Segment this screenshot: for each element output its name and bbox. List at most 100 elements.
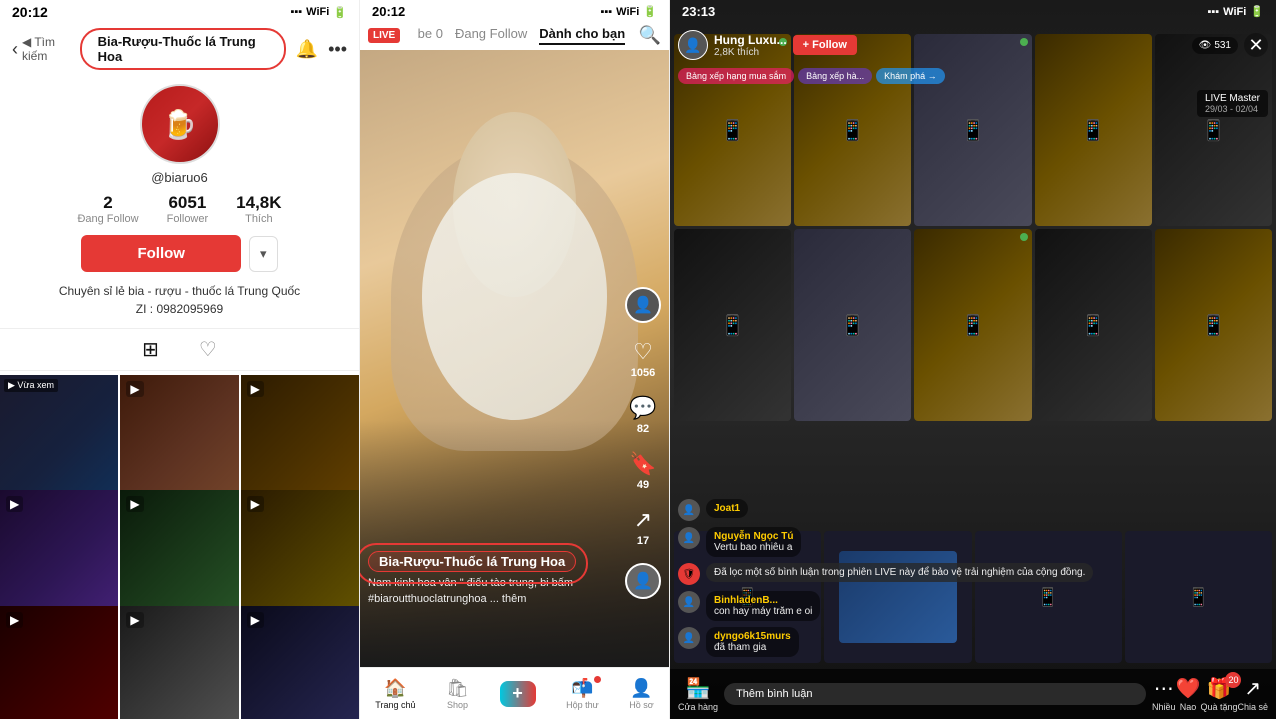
back-button[interactable]: ‹ <box>12 39 18 60</box>
play-icon-7: ▶ <box>6 612 23 628</box>
tab-danh-cho-ban[interactable]: Dành cho bạn <box>539 26 625 45</box>
avatar-emoji: 🍺 <box>162 108 197 141</box>
bell-icon[interactable]: 🔔 <box>296 39 318 60</box>
tab-favorites[interactable]: ♡ <box>199 337 217 362</box>
chat-bubble-2: Nguyễn Ngọc Tú Vertu bao nhiêu a <box>706 527 801 557</box>
status-bar: 20:12 ▪▪▪ WiFi 🔋 <box>0 0 359 24</box>
live-action-share[interactable]: ↗ Chia sẻ <box>1237 676 1268 712</box>
search-link[interactable]: ◀ Tìm kiếm <box>22 35 80 63</box>
tab-grid[interactable]: ⊞ <box>142 337 159 362</box>
live-chat: 👤 Joat1 👤 Nguyễn Ngọc Tú Vertu bao nhiêu… <box>670 495 1276 667</box>
live-channel-info: 👤 Hung Luxu... 2,8K thích + Follow <box>678 30 857 60</box>
chat-message-2: 👤 Nguyễn Ngọc Tú Vertu bao nhiêu a <box>678 527 1268 557</box>
live-viewer-count: 👁 531 <box>1192 37 1238 54</box>
search-icon-button[interactable]: 🔍 <box>639 25 661 46</box>
more-label: Nhiều <box>1152 702 1176 712</box>
likes-stat: 14,8K Thích <box>236 193 281 225</box>
tab-be0[interactable]: be 0 <box>418 26 443 45</box>
play-icon-6: ▶ <box>247 496 264 512</box>
live-tag-2[interactable]: Bảng xếp hà... <box>798 68 872 84</box>
comment-action[interactable]: 💬 82 <box>629 395 656 435</box>
chat-message-1: 👤 Joat1 <box>678 499 1268 521</box>
video-description: Nam kinh hoa vân " điếu tào trung, bi bấ… <box>368 576 609 607</box>
play-icon-2: ▶ <box>126 381 143 397</box>
bio-line1: Chuyên sỉ lẻ bia - rượu - thuốc lá Trung… <box>16 282 343 300</box>
live-master-date: 29/03 - 02/04 <box>1205 104 1260 114</box>
battery-icon: 🔋 <box>333 6 347 19</box>
wifi-icon: WiFi <box>306 6 329 18</box>
video-desc-text: Nam kinh hoa vân " điếu tào trung, bi bấ… <box>368 577 573 604</box>
live-tag-1[interactable]: Bảng xếp hạng mua sắm <box>678 68 794 84</box>
nav-home[interactable]: 🏠 Trang chủ <box>375 678 415 710</box>
follow-row: Follow ▾ <box>0 235 359 272</box>
live-overlay-top: 👤 Hung Luxu... 2,8K thích + Follow 👁 531… <box>670 26 1276 64</box>
viewer-count: 531 <box>1214 40 1231 51</box>
chat-username-1: Joat1 <box>714 503 740 514</box>
live-action-like[interactable]: ❤️ Nao <box>1176 676 1201 712</box>
feed-status-bar: 20:12 ▪▪▪ WiFi 🔋 <box>360 0 669 23</box>
feed-signal-icon: ▪▪▪ <box>600 6 612 18</box>
chat-avatar-2: 👤 <box>678 527 700 549</box>
nav-inbox[interactable]: 📬 Hộp thư <box>566 678 599 710</box>
live-action-more[interactable]: ⋯ Nhiều <box>1152 676 1176 712</box>
profile-nav-right: Bia-Rượu-Thuốc lá Trung Hoa 🔔 ••• <box>80 28 347 70</box>
feed-wifi-icon: WiFi <box>616 6 639 18</box>
store-label: Cửa hàng <box>678 702 718 712</box>
nav-profile[interactable]: 👤 Hồ sơ <box>629 678 653 710</box>
signal-icon: ▪▪▪ <box>290 6 302 18</box>
chat-username-3: BinhladenB... <box>714 595 778 606</box>
bottom-navigation: 🏠 Trang chủ 🛍 Shop + 📬 Hộp thư 👤 Hồ sơ <box>360 667 669 719</box>
creator-avatar-mini[interactable]: 👤 <box>625 287 661 323</box>
play-icon-3: ▶ <box>247 381 264 397</box>
video-player[interactable]: 👤 ♡ 1056 💬 82 🔖 49 ↗ 17 Bia-Rượu-Thuốc l… <box>360 50 669 667</box>
nav-shop[interactable]: 🛍 Shop <box>446 678 469 710</box>
video-thumb-9[interactable]: ▶ <box>241 606 359 719</box>
inbox-icon: 📬 <box>571 678 593 699</box>
creator-avatar-bottom[interactable]: 👤 <box>625 563 661 599</box>
live-action-store[interactable]: 🏪 Cửa hàng <box>678 676 718 712</box>
chat-message-3: 👤 BinhladenB... con hay máy trăm e oi <box>678 591 1268 621</box>
like-action[interactable]: ♡ 1056 <box>631 339 655 379</box>
phone-item-8: 📱 <box>914 229 1031 421</box>
time: 20:12 <box>12 4 48 20</box>
live-tag-3[interactable]: Khám phá → <box>876 68 945 84</box>
video-channel-name[interactable]: Bia-Rượu-Thuốc lá Trung Hoa <box>368 551 576 572</box>
video-thumb-8[interactable]: ▶ <box>120 606 238 719</box>
live-channel-name: Hung Luxu... <box>714 33 787 47</box>
plus-icon: + <box>512 683 523 704</box>
share-action[interactable]: ↗ 17 <box>634 507 652 547</box>
chat-avatar-3: 👤 <box>678 591 700 613</box>
chat-text-2: Vertu bao nhiêu a <box>714 542 792 553</box>
bio-line2: ZI : 0982095969 <box>16 300 343 318</box>
follow-button[interactable]: Follow <box>81 235 241 272</box>
live-close-button[interactable]: ✕ <box>1244 33 1268 57</box>
chat-bubble-3: BinhladenB... con hay máy trăm e oi <box>706 591 820 621</box>
nav-create[interactable]: + <box>500 681 536 707</box>
chat-bubble-1: Joat1 <box>706 499 748 518</box>
chat-avatar-system: 🛡 <box>678 563 700 585</box>
video-thumb-7[interactable]: ▶ <box>0 606 118 719</box>
dropdown-button[interactable]: ▾ <box>249 236 278 272</box>
live-action-gift[interactable]: 🎁 Quà tặng 20 <box>1200 676 1237 712</box>
live-channel-text: Hung Luxu... 2,8K thích <box>714 33 787 58</box>
live-comment-input[interactable]: Thêm bình luận <box>724 683 1146 705</box>
shop-label: Shop <box>447 700 468 710</box>
chat-username-4: dyngo6k15murs <box>714 631 791 642</box>
play-icon-5: ▶ <box>126 496 143 512</box>
profile-icon: 👤 <box>630 678 652 699</box>
phone-item-7: 📱 <box>794 229 911 421</box>
save-action[interactable]: 🔖 49 <box>629 451 656 491</box>
comment-placeholder: Thêm bình luận <box>736 688 812 700</box>
share-label: Chia sẻ <box>1237 702 1268 712</box>
chat-text-system: Đã lọc một số bình luận trong phiên LIVE… <box>714 567 1085 578</box>
live-follow-button[interactable]: + Follow <box>793 35 857 55</box>
feed-panel: 20:12 ▪▪▪ WiFi 🔋 LIVE be 0 Đang Follow D… <box>360 0 670 719</box>
play-icon-9: ▶ <box>247 612 264 628</box>
more-options-icon[interactable]: ••• <box>328 39 347 60</box>
tab-dang-follow[interactable]: Đang Follow <box>455 26 527 45</box>
like-count: 1056 <box>631 367 655 379</box>
comment-icon: 💬 <box>629 395 656 421</box>
chat-bubble-system: Đã lọc một số bình luận trong phiên LIVE… <box>706 563 1093 582</box>
status-icons: ▪▪▪ WiFi 🔋 <box>290 6 347 19</box>
like-label: Nao <box>1180 702 1197 712</box>
